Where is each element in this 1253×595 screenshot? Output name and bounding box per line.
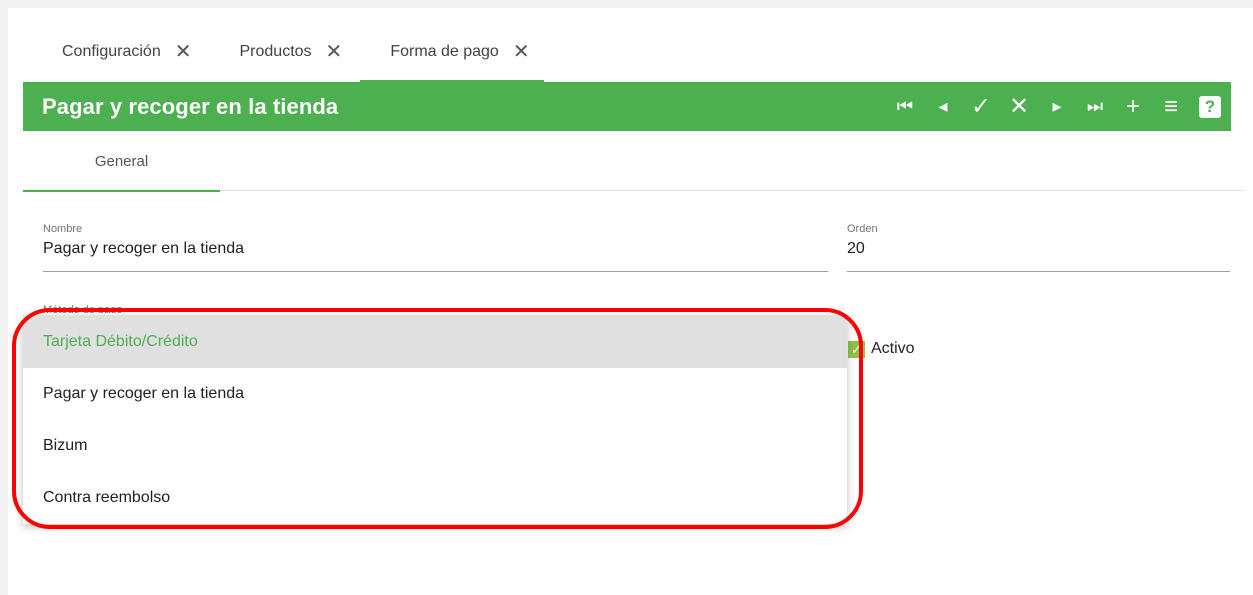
help-icon[interactable]: ? [1199, 95, 1221, 118]
activo-label: Activo [871, 340, 915, 357]
tab-configuracion[interactable]: Configuración ✕ [24, 22, 206, 82]
last-record-icon[interactable]: ⏭ [1077, 89, 1113, 125]
list-icon[interactable]: ≡ [1153, 89, 1189, 125]
metodo-pago-label: Método de pago [43, 304, 123, 313]
field-underline [43, 271, 828, 272]
dropdown-option[interactable]: Pagar y recoger en la tienda [23, 368, 847, 420]
save-check-icon[interactable]: ✓ [963, 89, 999, 125]
nombre-label: Nombre [43, 223, 83, 235]
tab-label: Forma de pago [390, 43, 499, 60]
nombre-value[interactable]: Pagar y recoger en la tienda [43, 240, 828, 258]
close-icon[interactable]: ✕ [513, 42, 530, 62]
dropdown-option[interactable]: Tarjeta Débito/Crédito [23, 315, 847, 368]
tab-bar: Configuración ✕ Productos ✕ Forma de pag… [24, 22, 544, 82]
first-record-icon[interactable]: ⏮ [887, 89, 923, 125]
page-title: Pagar y recoger en la tienda [42, 93, 339, 119]
close-icon[interactable]: ✕ [175, 42, 192, 62]
section-tabs: General [23, 131, 1245, 192]
next-record-icon[interactable]: ▸ [1039, 89, 1075, 125]
tab-productos[interactable]: Productos ✕ [226, 22, 357, 82]
tab-general[interactable]: General [23, 131, 220, 192]
cancel-close-icon[interactable]: ✕ [1001, 89, 1037, 125]
tab-label: Productos [239, 43, 312, 60]
previous-record-icon[interactable]: ◂ [925, 89, 961, 125]
tab-forma-de-pago[interactable]: Forma de pago ✕ [360, 22, 544, 82]
checkbox-checked-icon[interactable]: ✓ [848, 340, 865, 358]
close-icon[interactable]: ✕ [326, 42, 343, 62]
orden-field[interactable]: Orden 20 [847, 223, 1230, 272]
metodo-pago-dropdown: Tarjeta Débito/Crédito Pagar y recoger e… [23, 315, 847, 524]
tab-label: Configuración [62, 43, 161, 60]
orden-value[interactable]: 20 [847, 240, 1230, 258]
record-toolbar: ⏮ ◂ ✓ ✕ ▸ ⏭ + ≡ ? [885, 82, 1231, 131]
add-icon[interactable]: + [1115, 89, 1151, 125]
dropdown-option[interactable]: Contra reembolso [23, 472, 847, 524]
orden-label: Orden [847, 223, 878, 235]
activo-checkbox[interactable]: ✓ Activo [848, 340, 915, 358]
nombre-field[interactable]: Nombre Pagar y recoger en la tienda [43, 223, 828, 272]
record-header: Pagar y recoger en la tienda ⏮ ◂ ✓ ✕ ▸ ⏭… [23, 82, 1231, 131]
dropdown-option[interactable]: Bizum [23, 420, 847, 472]
field-underline [847, 271, 1230, 272]
